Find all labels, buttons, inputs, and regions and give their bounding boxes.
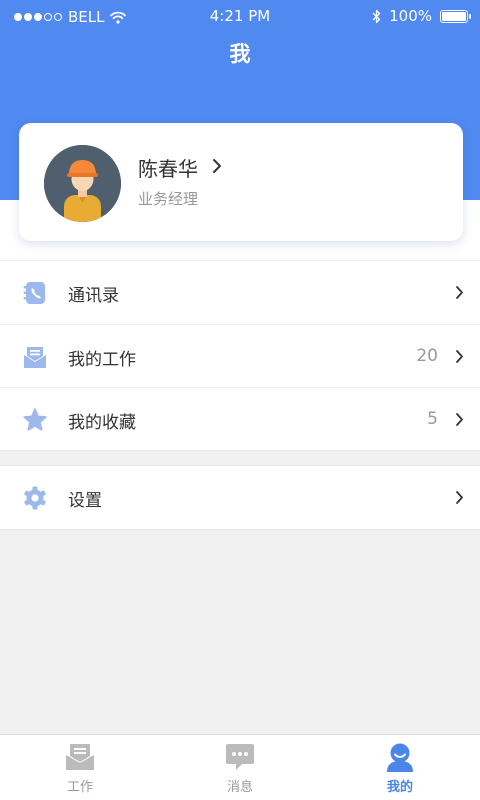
mail-tray-icon [24, 347, 46, 368]
tab-me[interactable]: 我的 [320, 735, 480, 800]
status-bar: BELL 4:21 PM 100% [0, 0, 480, 32]
menu-group-main: 通讯录 我的工作 20 我的收藏 5 [0, 260, 480, 451]
profile-card[interactable]: 陈春华 业务经理 [19, 123, 463, 241]
menu-label-my-work: 我的工作 [68, 350, 136, 370]
battery-percent: 100% [389, 7, 432, 25]
chevron-right-icon [456, 350, 463, 363]
menu-count-my-work: 20 [416, 346, 438, 366]
tab-work[interactable]: 工作 [0, 735, 160, 800]
chevron-right-icon [456, 286, 463, 299]
menu-label-contacts: 通讯录 [68, 286, 119, 306]
user-name: 陈春华 [138, 157, 198, 181]
battery-icon [440, 9, 471, 23]
address-book-icon [23, 282, 45, 304]
menu-item-contacts[interactable]: 通讯录 [0, 261, 480, 324]
menu-item-my-work[interactable]: 我的工作 20 [0, 324, 480, 387]
chevron-right-icon [456, 491, 463, 504]
user-role: 业务经理 [138, 190, 199, 208]
tab-label-messages: 消息 [226, 780, 253, 795]
person-icon [387, 743, 413, 772]
menu-item-favorites[interactable]: 我的收藏 5 [0, 387, 480, 450]
chevron-right-icon [213, 159, 221, 173]
menu-count-favorites: 5 [427, 409, 438, 429]
tab-label-work: 工作 [66, 780, 93, 795]
menu-group-settings: 设置 [0, 465, 480, 530]
mail-tray-icon [66, 744, 94, 770]
bottom-tab-bar: 工作 消息 我的 [0, 734, 480, 800]
menu-item-settings[interactable]: 设置 [0, 466, 480, 529]
page-title: 我 [229, 42, 251, 66]
menu-label-favorites: 我的收藏 [68, 413, 136, 433]
status-right: 100% [372, 7, 471, 25]
bluetooth-icon [372, 9, 381, 23]
tab-label-me: 我的 [386, 780, 413, 795]
star-icon [23, 408, 47, 431]
menu-label-settings: 设置 [68, 491, 102, 511]
gear-icon [24, 486, 46, 510]
tab-messages[interactable]: 消息 [160, 735, 320, 800]
chevron-right-icon [456, 413, 463, 426]
chat-bubble-icon [226, 744, 254, 770]
battery-level [442, 11, 466, 21]
worker-avatar-icon [44, 145, 121, 222]
